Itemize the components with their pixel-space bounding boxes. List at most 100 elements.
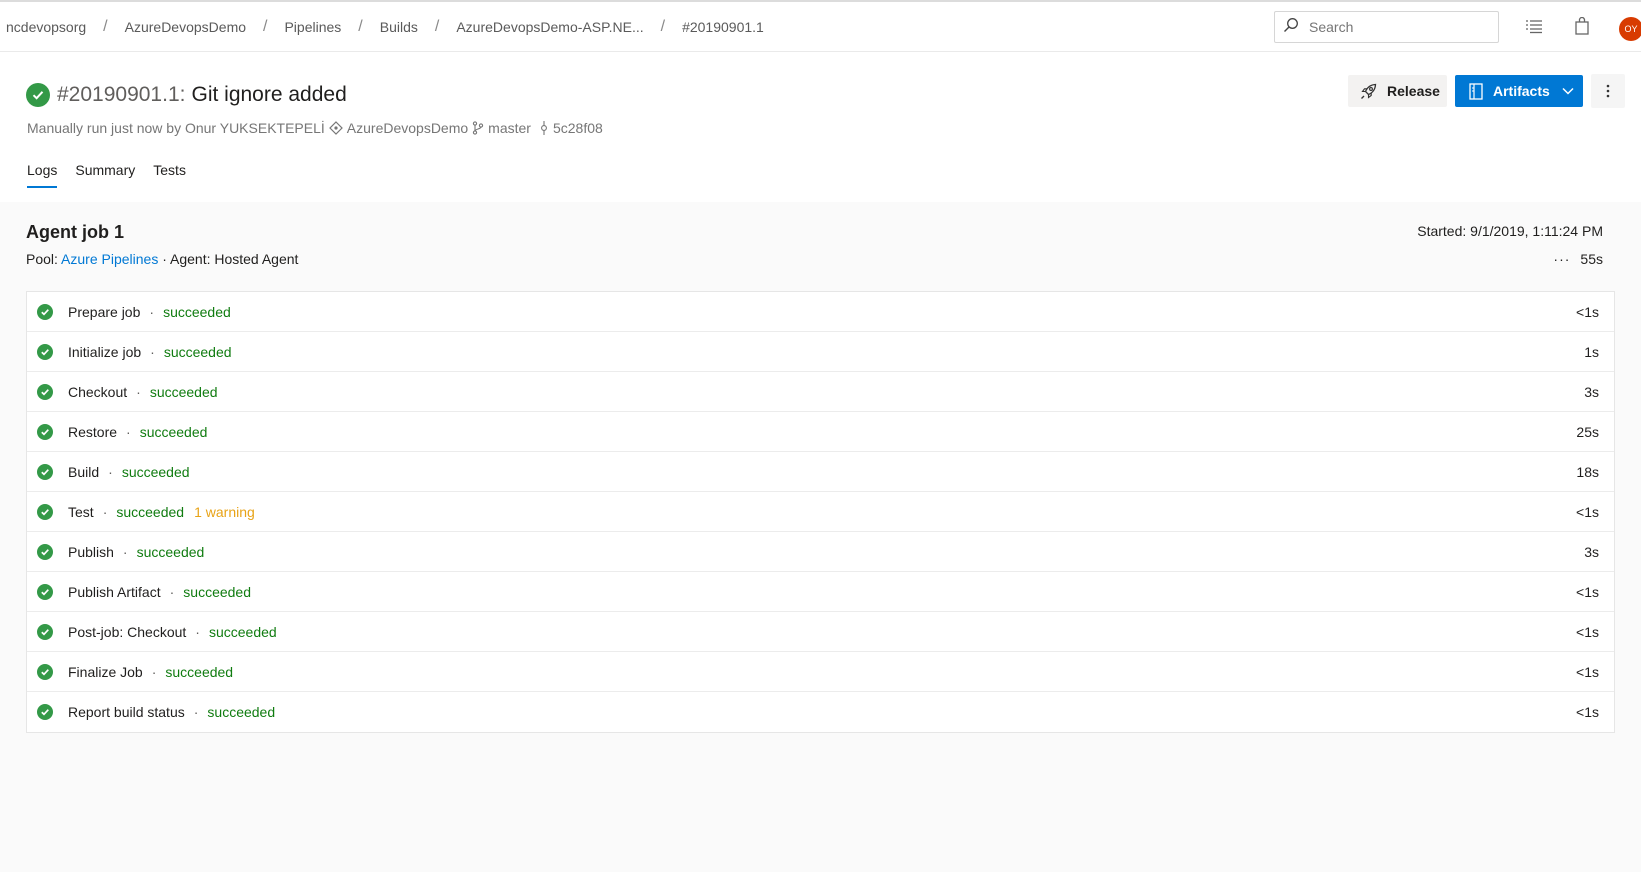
step-label: Publish · succeeded	[68, 544, 204, 560]
success-check-icon	[37, 504, 53, 520]
step-duration: <1s	[1576, 663, 1599, 680]
step-label: Build · succeeded	[68, 464, 190, 480]
step-status: succeeded	[165, 663, 234, 680]
step-status: succeeded	[139, 423, 208, 440]
step-duration: <1s	[1576, 583, 1599, 600]
tab-bar: Logs Summary Tests	[27, 162, 204, 188]
step-status: succeeded	[136, 543, 205, 560]
step-duration: <1s	[1576, 623, 1599, 640]
step-duration: 3s	[1584, 543, 1599, 560]
step-row[interactable]: Post-job: Checkout · succeeded <1s	[27, 612, 1614, 652]
build-subtitle: Manually run just now by Onur YUKSEKTEPE…	[27, 120, 603, 136]
step-row[interactable]: Test · succeeded 1 warning <1s	[27, 492, 1614, 532]
step-name: Checkout	[68, 383, 128, 400]
tab-tests[interactable]: Tests	[153, 162, 186, 188]
artifact-icon	[1469, 82, 1483, 100]
rocket-icon	[1360, 83, 1377, 100]
step-status: succeeded	[149, 383, 218, 400]
step-label: Report build status · succeeded	[68, 704, 275, 720]
step-label: Post-job: Checkout · succeeded	[68, 624, 277, 640]
step-name: Build	[68, 463, 100, 480]
step-row[interactable]: Restore · succeeded 25s	[27, 412, 1614, 452]
breadcrumb-builds[interactable]: Builds	[380, 19, 418, 35]
search-input[interactable]	[1309, 19, 1489, 35]
build-header: #20190901.1 : Git ignore added Manually …	[0, 52, 1641, 202]
step-name: Finalize Job	[68, 663, 143, 680]
step-separator: ·	[126, 423, 131, 440]
step-row[interactable]: Publish Artifact · succeeded <1s	[27, 572, 1614, 612]
step-row[interactable]: Publish · succeeded 3s	[27, 532, 1614, 572]
success-check-icon	[37, 704, 53, 720]
search-box[interactable]	[1274, 11, 1499, 43]
step-name: Post-job: Checkout	[68, 623, 187, 640]
step-row[interactable]: Report build status · succeeded <1s	[27, 692, 1614, 732]
step-duration: 25s	[1576, 423, 1599, 440]
commit-message: Git ignore added	[191, 83, 347, 106]
step-row[interactable]: Build · succeeded 18s	[27, 452, 1614, 492]
step-row[interactable]: Finalize Job · succeeded <1s	[27, 652, 1614, 692]
artifacts-button[interactable]: Artifacts	[1455, 75, 1583, 107]
success-check-icon	[37, 304, 53, 320]
step-row[interactable]: Prepare job · succeeded <1s	[27, 292, 1614, 332]
success-check-icon	[26, 83, 50, 107]
git-repo-icon	[328, 121, 343, 135]
step-status: succeeded	[208, 623, 277, 640]
step-separator: ·	[151, 663, 157, 680]
breadcrumb-separator: /	[434, 17, 440, 35]
breadcrumb-project[interactable]: AzureDevopsDemo	[125, 19, 246, 35]
tab-summary[interactable]: Summary	[75, 162, 135, 188]
step-label: Initialize job · succeeded	[68, 344, 232, 360]
commit-id[interactable]: 5c28f08	[553, 120, 603, 136]
pool-link[interactable]: Azure Pipelines	[61, 251, 158, 267]
step-status: succeeded	[183, 583, 251, 600]
pool-label: Pool:	[26, 251, 58, 267]
shopping-bag-icon[interactable]	[1572, 16, 1592, 36]
success-check-icon	[37, 384, 53, 400]
success-check-icon	[37, 624, 53, 640]
breadcrumb-pipeline-definition[interactable]: AzureDevopsDemo-ASP.NE...	[456, 19, 643, 35]
breadcrumb-pipelines[interactable]: Pipelines	[284, 19, 341, 35]
tab-logs[interactable]: Logs	[27, 162, 58, 188]
job-start-time: Started: 9/1/2019, 1:11:24 PM	[1417, 223, 1603, 239]
avatar[interactable]: OY	[1619, 17, 1641, 41]
step-separator: ·	[136, 383, 141, 400]
step-row[interactable]: Initialize job · succeeded 1s	[27, 332, 1614, 372]
step-label: Checkout · succeeded	[68, 384, 218, 400]
step-status: succeeded	[163, 303, 231, 320]
breadcrumb-separator: /	[660, 17, 666, 35]
step-name: Initialize job	[68, 343, 142, 360]
release-button[interactable]: Release	[1348, 75, 1447, 107]
breadcrumb-build-number[interactable]: #20190901.1	[682, 19, 764, 35]
breadcrumb-organization[interactable]: ncdevopsorg	[6, 19, 86, 35]
step-row[interactable]: Checkout · succeeded 3s	[27, 372, 1614, 412]
repository-name[interactable]: AzureDevopsDemo	[347, 120, 468, 136]
step-separator: ·	[150, 343, 155, 360]
step-separator: ·	[193, 704, 199, 720]
success-check-icon	[37, 464, 53, 480]
step-status: succeeded	[121, 463, 190, 480]
step-label: Test · succeeded 1 warning	[68, 504, 255, 520]
title-separator: :	[179, 83, 186, 106]
success-check-icon	[37, 584, 53, 600]
page-title: #20190901.1 : Git ignore added	[26, 83, 347, 107]
job-duration-row: ··· 55s	[1553, 251, 1603, 267]
success-check-icon	[37, 544, 53, 560]
step-label: Prepare job · succeeded	[68, 304, 231, 320]
job-title: Agent job 1	[26, 222, 124, 242]
job-duration: 55s	[1580, 251, 1603, 267]
branch-icon	[472, 121, 484, 135]
success-check-icon	[37, 424, 53, 440]
job-pool-info: Pool: Azure Pipelines · Agent: Hosted Ag…	[26, 251, 298, 267]
step-separator: ·	[102, 503, 108, 520]
more-actions-button[interactable]	[1591, 74, 1625, 108]
list-icon[interactable]	[1524, 16, 1544, 36]
step-separator: ·	[108, 463, 113, 480]
branch-name[interactable]: master	[488, 120, 531, 136]
step-status: succeeded	[116, 503, 185, 520]
step-separator: ·	[149, 303, 155, 320]
more-vertical-icon	[1606, 83, 1610, 99]
step-status: succeeded	[163, 343, 232, 360]
step-name: Publish Artifact	[68, 583, 161, 600]
more-horizontal-icon[interactable]: ···	[1553, 251, 1570, 267]
breadcrumb-separator: /	[263, 17, 268, 35]
